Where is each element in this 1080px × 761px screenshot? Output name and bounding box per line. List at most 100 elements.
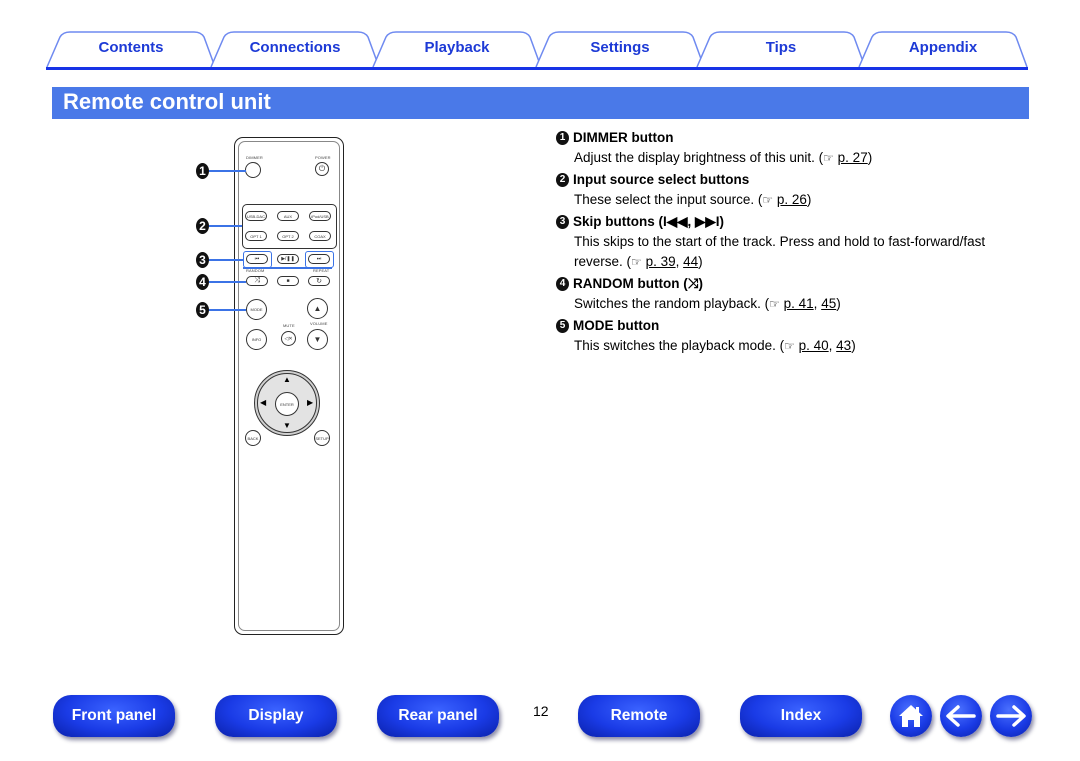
mode-button[interactable]: MODE bbox=[246, 299, 267, 320]
repeat-icon: ↻ bbox=[316, 278, 322, 285]
aux-button[interactable]: AUX bbox=[277, 211, 299, 221]
tab-label: Connections bbox=[249, 39, 341, 56]
volume-down-button[interactable]: ▼ bbox=[307, 329, 328, 350]
page-link[interactable]: p. 26 bbox=[777, 192, 807, 207]
dimmer-button[interactable] bbox=[245, 162, 261, 178]
description-item: 1 DIMMER button Adjust the display bright… bbox=[556, 128, 1026, 168]
volume-label: VOLUME bbox=[310, 321, 328, 326]
item-title: Input source select buttons bbox=[573, 172, 750, 187]
tab-playback[interactable]: Playback bbox=[372, 31, 542, 68]
callout-2: 2 bbox=[196, 218, 209, 234]
rear-panel-label: Rear panel bbox=[398, 707, 478, 724]
home-button[interactable] bbox=[890, 695, 932, 737]
reference-hand-icon: ☞ bbox=[631, 255, 642, 269]
repeat-button[interactable]: ↻ bbox=[308, 276, 330, 286]
callout-5-line bbox=[209, 309, 246, 311]
page-link[interactable]: p. 40 bbox=[799, 338, 829, 353]
item-text: This switches the playback mode. bbox=[574, 338, 776, 353]
page-link[interactable]: 44 bbox=[683, 254, 698, 269]
item-text: Switches the random playback. bbox=[574, 296, 761, 311]
tab-tips[interactable]: Tips bbox=[696, 31, 866, 68]
enter-button[interactable]: ENTER bbox=[275, 392, 299, 416]
random-label: RANDOM bbox=[246, 268, 265, 273]
power-label: POWER bbox=[315, 155, 331, 160]
page-link[interactable]: 45 bbox=[821, 296, 836, 311]
info-label: INFO bbox=[251, 337, 262, 342]
button-descriptions: 1 DIMMER button Adjust the display bright… bbox=[556, 128, 1026, 358]
callout-3: 3 bbox=[196, 252, 209, 268]
page-link[interactable]: p. 27 bbox=[838, 150, 868, 165]
description-item: 3 Skip buttons (I◀◀, ▶▶I) This skips to t… bbox=[556, 212, 1026, 272]
callout-5: 5 bbox=[196, 302, 209, 318]
usb-dac-button[interactable]: USB-DAC bbox=[245, 211, 267, 221]
item-text: Adjust the display brightness of this un… bbox=[574, 150, 815, 165]
tab-contents[interactable]: Contents bbox=[46, 31, 216, 68]
page-link[interactable]: p. 39 bbox=[646, 254, 676, 269]
setup-button[interactable]: SETUP bbox=[314, 430, 330, 446]
dpad-up-button[interactable]: ▲ bbox=[283, 375, 291, 384]
opt2-button[interactable]: OPT 2 bbox=[277, 231, 299, 241]
description-item: 4 RANDOM button (⤨) Switches the random p… bbox=[556, 274, 1026, 314]
page-title: Remote control unit bbox=[63, 89, 271, 114]
description-item: 2 Input source select buttons These selec… bbox=[556, 170, 1026, 210]
play-pause-button[interactable]: ▶/❚❚ bbox=[277, 254, 299, 264]
index-label: Index bbox=[780, 707, 822, 724]
mute-button[interactable]: ◁✕ bbox=[281, 331, 296, 346]
skip-back-icon: ⏮ bbox=[254, 256, 260, 262]
coax-button[interactable]: COAX bbox=[309, 231, 331, 241]
item-text: These select the input source. bbox=[574, 192, 755, 207]
power-icon: ⏻ bbox=[318, 164, 326, 173]
arrow-right-icon bbox=[996, 705, 1026, 727]
callout-3-line bbox=[209, 259, 243, 261]
dpad-down-button[interactable]: ▼ bbox=[283, 421, 291, 430]
item-number: 2 bbox=[556, 173, 569, 187]
tab-settings[interactable]: Settings bbox=[535, 31, 705, 68]
skip-back-button[interactable]: ⏮ bbox=[246, 254, 268, 264]
callout-4: 4 bbox=[196, 274, 209, 290]
callout-3-bracket bbox=[243, 267, 332, 269]
ipod-usb-button[interactable]: iPod/USB bbox=[309, 211, 331, 221]
random-button[interactable]: ⤨ bbox=[246, 276, 268, 286]
coax-label: COAX bbox=[314, 233, 326, 239]
setup-label: SETUP bbox=[315, 435, 329, 441]
section-title-bar: Remote control unit bbox=[52, 87, 1029, 119]
power-button[interactable]: ⏻ bbox=[315, 162, 329, 176]
front-panel-label: Front panel bbox=[71, 707, 157, 724]
reference-hand-icon: ☞ bbox=[823, 151, 834, 165]
tab-label: Tips bbox=[765, 39, 797, 56]
dpad-left-button[interactable]: ◀ bbox=[260, 398, 266, 407]
display-button[interactable]: Display bbox=[215, 695, 337, 737]
opt1-button[interactable]: OPT 1 bbox=[245, 231, 267, 241]
item-number: 3 bbox=[556, 215, 569, 229]
front-panel-button[interactable]: Front panel bbox=[53, 695, 175, 737]
tab-appendix[interactable]: Appendix bbox=[858, 31, 1028, 68]
info-button[interactable]: INFO bbox=[246, 329, 267, 350]
tab-label: Contents bbox=[98, 39, 164, 56]
tab-label: Playback bbox=[424, 39, 490, 56]
back-button[interactable]: BACK bbox=[245, 430, 261, 446]
opt1-label: OPT 1 bbox=[250, 233, 262, 239]
opt2-label: OPT 2 bbox=[282, 233, 294, 239]
reference-hand-icon: ☞ bbox=[784, 339, 795, 353]
dpad-right-button[interactable]: ▶ bbox=[307, 398, 313, 407]
play-pause-icon: ▶/❚❚ bbox=[281, 256, 295, 262]
remote-button[interactable]: Remote bbox=[578, 695, 700, 737]
tab-underline bbox=[46, 67, 1028, 70]
item-number: 1 bbox=[556, 131, 569, 145]
item-title: DIMMER button bbox=[573, 130, 674, 145]
item-number: 4 bbox=[556, 277, 569, 291]
skip-forward-button[interactable]: ⏭ bbox=[308, 254, 330, 264]
callout-1: 1 bbox=[196, 163, 209, 179]
mute-icon: ◁✕ bbox=[284, 335, 293, 342]
page-link[interactable]: p. 41 bbox=[784, 296, 814, 311]
stop-button[interactable]: ■ bbox=[277, 276, 299, 286]
page-number: 12 bbox=[533, 703, 549, 719]
volume-up-button[interactable]: ▲ bbox=[307, 298, 328, 319]
home-icon bbox=[899, 705, 923, 727]
page-link[interactable]: 43 bbox=[836, 338, 851, 353]
back-page-button[interactable] bbox=[940, 695, 982, 737]
next-page-button[interactable] bbox=[990, 695, 1032, 737]
index-button[interactable]: Index bbox=[740, 695, 862, 737]
tab-connections[interactable]: Connections bbox=[210, 31, 380, 68]
rear-panel-button[interactable]: Rear panel bbox=[377, 695, 499, 737]
